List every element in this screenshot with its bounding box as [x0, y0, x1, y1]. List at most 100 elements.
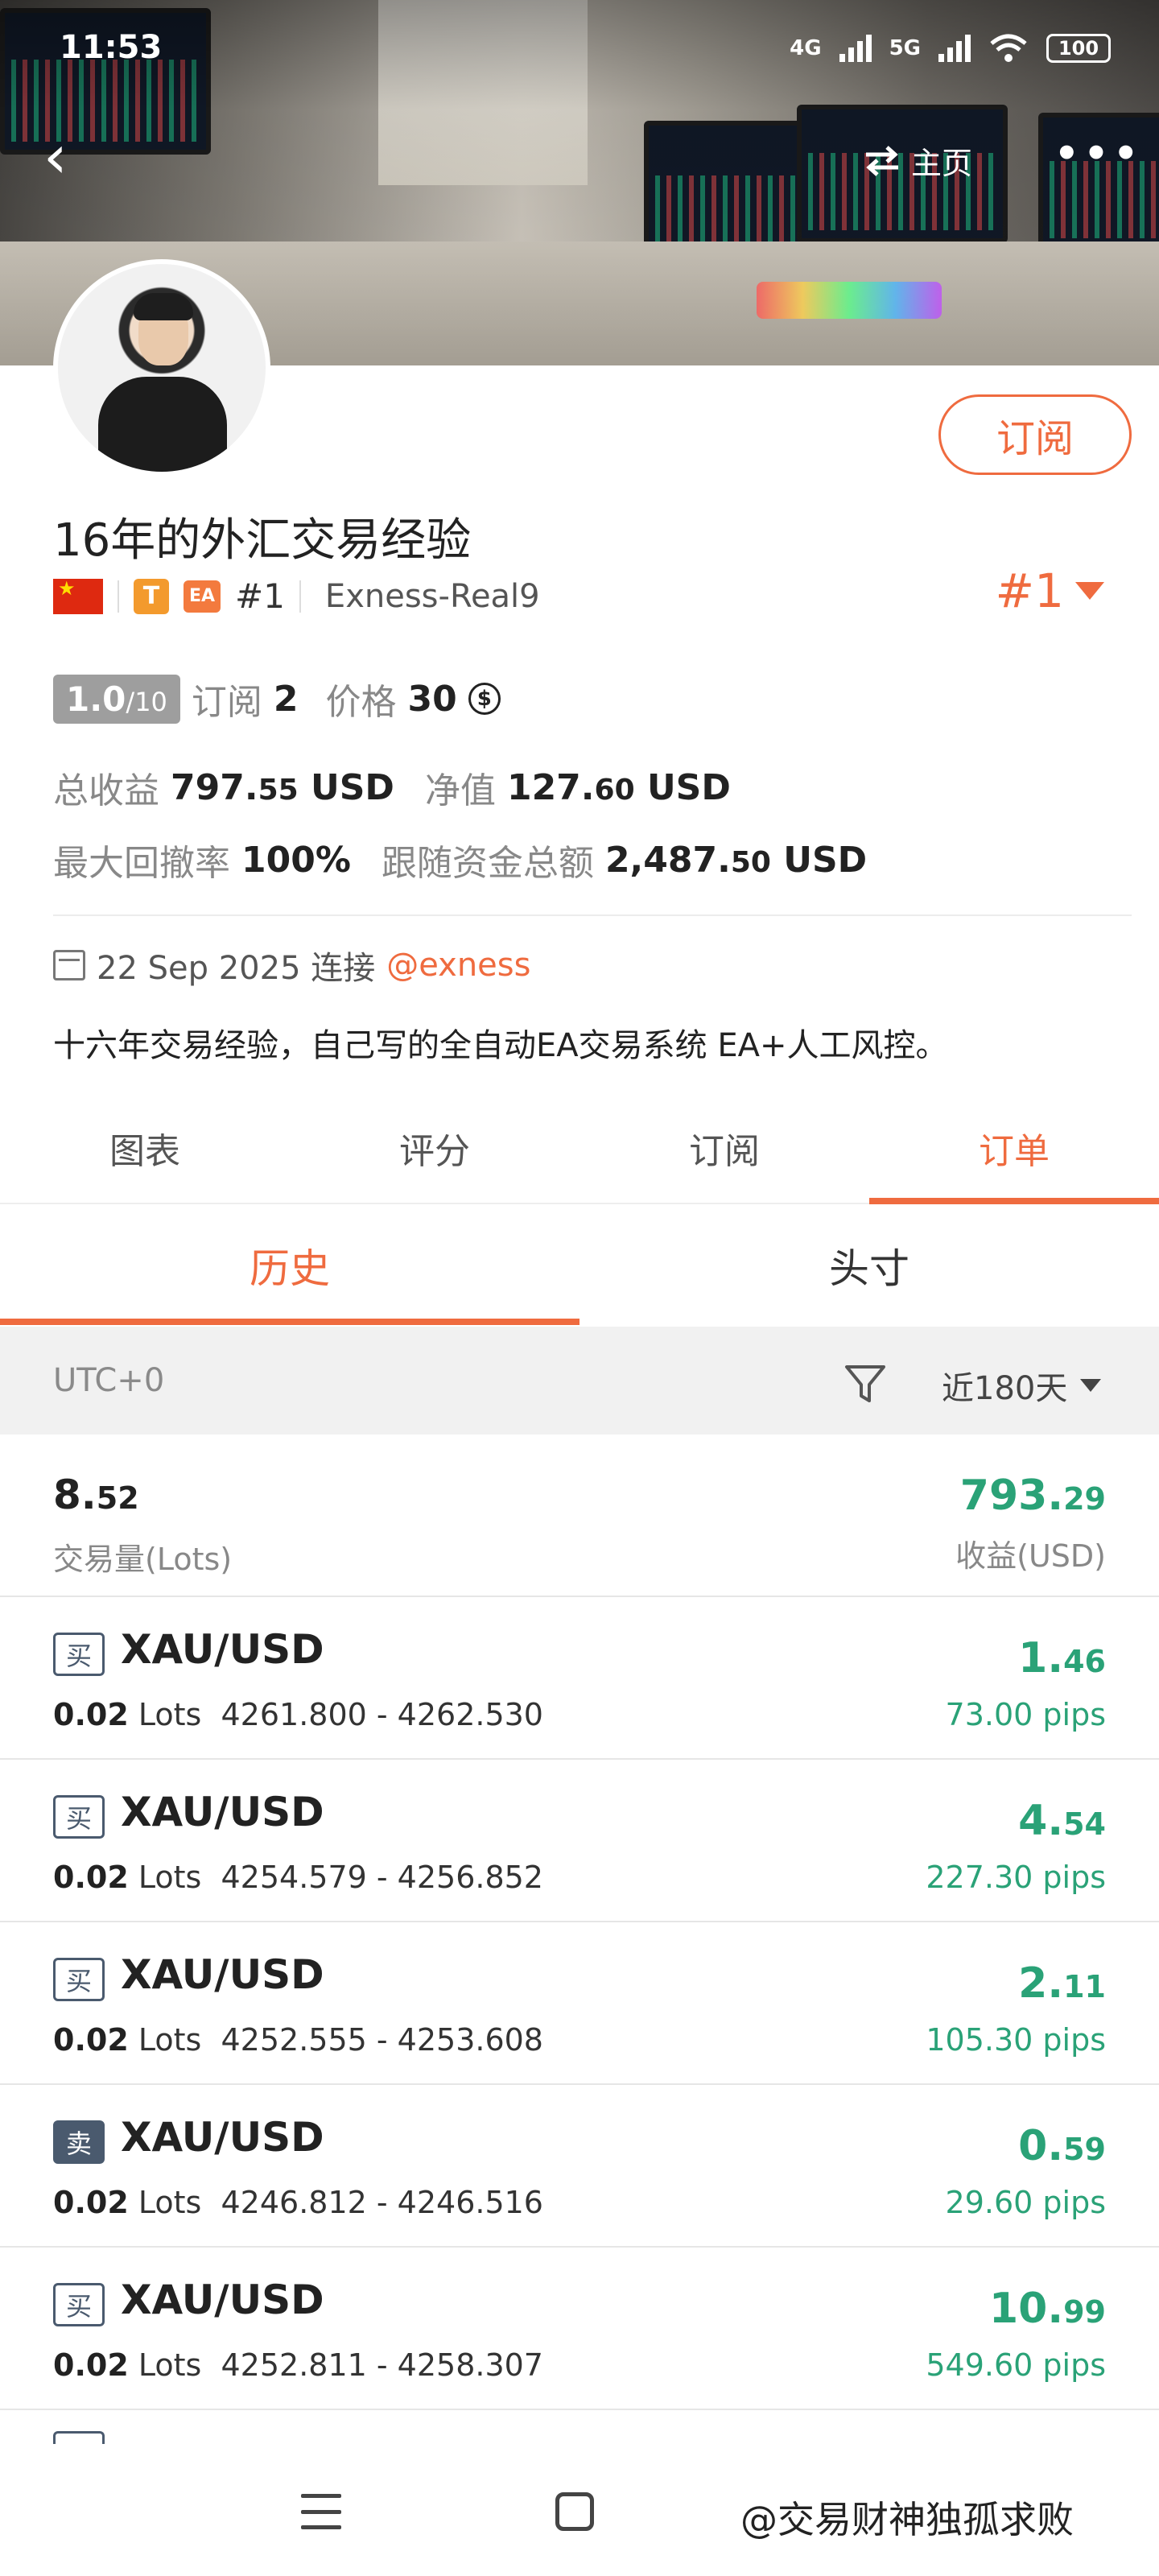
order-pips: 73.00 pips: [945, 1697, 1106, 1732]
broker-link[interactable]: @exness: [386, 947, 530, 984]
drawdown-row: 最大回撤率 100% 跟随资金总额 2,487.50 USD: [53, 834, 867, 886]
rank-label: #1: [235, 576, 285, 616]
order-profit: 10.99: [989, 2285, 1106, 2333]
more-button[interactable]: •••: [1054, 134, 1143, 173]
tab-chart[interactable]: 图表: [0, 1093, 290, 1203]
order-row[interactable]: 买 XAU/USD 0.02 Lots 4252.811 - 4258.307 …: [0, 2248, 1159, 2410]
total-profit-label: 收益(USD): [955, 1538, 1106, 1574]
back-button[interactable]: ‹: [43, 127, 92, 193]
tab-subscription[interactable]: 订阅: [580, 1093, 869, 1203]
follow-funds-int: 2,487.: [604, 839, 731, 881]
trader-badge-icon: T: [134, 578, 169, 614]
order-profit-int: 10.: [988, 2285, 1064, 2333]
profit-row: 总收益 797.55 USD 净值 127.60 USD: [53, 762, 731, 813]
total-volume: 8.52: [53, 1472, 139, 1518]
next-order-tag: [53, 2431, 105, 2444]
order-row[interactable]: 买 XAU/USD 0.02 Lots 4254.579 - 4256.852 …: [0, 1760, 1159, 1922]
buy-tag: 买: [53, 1795, 105, 1839]
status-icons: 4G 5G 100: [790, 32, 1111, 64]
menu-icon[interactable]: [301, 2494, 341, 2529]
rating-badge: 1.0/10: [53, 674, 180, 724]
total-profit: 793.29: [960, 1472, 1106, 1520]
price-value: 30: [407, 678, 457, 720]
rating-max: /10: [126, 686, 167, 717]
order-subtabs: 历史 头寸: [0, 1206, 1159, 1325]
subtab-history[interactable]: 历史: [0, 1206, 580, 1325]
order-prices: 4261.800 - 4262.530: [221, 1697, 543, 1732]
order-lots: 0.02: [53, 1697, 129, 1732]
order-lots-unit: Lots: [138, 2185, 202, 2220]
avatar[interactable]: [53, 259, 270, 477]
buy-tag: 买: [53, 1633, 105, 1676]
total-volume-int: 8.: [53, 1472, 97, 1518]
tab-rating[interactable]: 评分: [290, 1093, 580, 1203]
china-flag-icon: [53, 577, 103, 614]
equity-ccy: USD: [646, 766, 731, 808]
order-details: 0.02 Lots 4254.579 - 4256.852: [53, 1860, 543, 1895]
total-volume-dec: 52: [96, 1480, 139, 1516]
subscribe-button[interactable]: 订阅: [938, 394, 1132, 475]
order-row[interactable]: 卖 XAU/USD 0.02 Lots 4246.812 - 4246.516 …: [0, 2085, 1159, 2248]
network-5g-label: 5G: [889, 36, 921, 60]
order-symbol: XAU/USD: [121, 1951, 324, 1998]
order-lots: 0.02: [53, 2022, 129, 2058]
tab-orders[interactable]: 订单: [869, 1093, 1159, 1204]
status-bar: 11:53 4G 5G 100: [0, 0, 1159, 97]
max-drawdown-label: 最大回撤率: [53, 843, 230, 884]
rating-value: 1.0: [66, 679, 126, 719]
timezone-label: UTC+0: [53, 1362, 165, 1399]
period-label: 近180天: [942, 1370, 1068, 1407]
subtab-positions[interactable]: 头寸: [580, 1206, 1159, 1325]
period-dropdown[interactable]: 近180天: [942, 1362, 1102, 1409]
order-lots-unit: Lots: [138, 2022, 202, 2058]
order-prices: 4246.812 - 4246.516: [221, 2185, 543, 2220]
total-profit-label: 总收益: [53, 770, 159, 811]
caret-down-icon: [1075, 582, 1104, 600]
follow-funds-value: 2,487.50 USD: [605, 840, 867, 881]
battery-icon: 100: [1046, 34, 1111, 63]
battery-level: 100: [1058, 37, 1099, 60]
home-square-icon[interactable]: [555, 2492, 594, 2531]
home-label: 主页: [911, 146, 973, 181]
equity-value: 127.60 USD: [507, 767, 731, 808]
price-label: 价格: [325, 682, 397, 723]
order-profit-dec: 99: [1063, 2294, 1106, 2330]
order-profit-int: 2.: [1018, 1959, 1064, 2008]
order-pips: 29.60 pips: [945, 2185, 1106, 2220]
order-prices: 4252.555 - 4253.608: [221, 2022, 543, 2058]
order-profit: 0.59: [1018, 2122, 1106, 2170]
home-button[interactable]: 主页: [863, 138, 972, 183]
profile-badges: T EA #1 Exness-Real9: [53, 576, 540, 616]
total-volume-label: 交易量(Lots): [53, 1542, 233, 1577]
order-pips: 227.30 pips: [926, 1860, 1106, 1895]
filter-icon[interactable]: [842, 1360, 889, 1407]
order-profit-dec: 54: [1063, 1806, 1106, 1842]
total-profit-dec: 29: [1063, 1481, 1106, 1517]
buy-tag: 买: [53, 1958, 105, 2001]
total-profit-value: 797.55 USD: [171, 767, 394, 808]
ea-badge-icon: EA: [184, 580, 221, 613]
total-profit-ccy: USD: [311, 766, 394, 808]
orders-summary: 8.52 交易量(Lots) 793.29 收益(USD): [0, 1435, 1159, 1597]
order-row[interactable]: 买 XAU/USD 0.02 Lots 4261.800 - 4262.530 …: [0, 1597, 1159, 1760]
profile-bio: 十六年交易经验，自己写的全自动EA交易系统 EA+人工风控。: [53, 1027, 948, 1064]
max-drawdown-value: 100%: [241, 839, 351, 881]
calendar-icon: [53, 950, 85, 980]
rank-dropdown[interactable]: #1: [996, 564, 1104, 618]
order-symbol: XAU/USD: [121, 1789, 324, 1835]
equity-int: 127.: [506, 766, 595, 808]
swap-icon: [866, 145, 898, 176]
order-pips: 105.30 pips: [926, 2022, 1106, 2058]
order-prices: 4254.579 - 4256.852: [221, 1860, 543, 1895]
caret-down-icon: [1080, 1379, 1102, 1392]
order-profit: 4.54: [1018, 1797, 1106, 1845]
signal-icon: [839, 35, 872, 62]
subscribers-value: 2: [273, 678, 299, 720]
equity-dec: 60: [594, 773, 635, 807]
order-profit-dec: 11: [1063, 1969, 1106, 2004]
connected-row: 22 Sep 2025 连接 @exness: [53, 942, 530, 989]
signal-icon: [938, 35, 971, 62]
equity-label: 净值: [424, 770, 496, 811]
order-row[interactable]: 买 XAU/USD 0.02 Lots 4252.555 - 4253.608 …: [0, 1922, 1159, 2085]
network-4g-label: 4G: [790, 36, 822, 60]
